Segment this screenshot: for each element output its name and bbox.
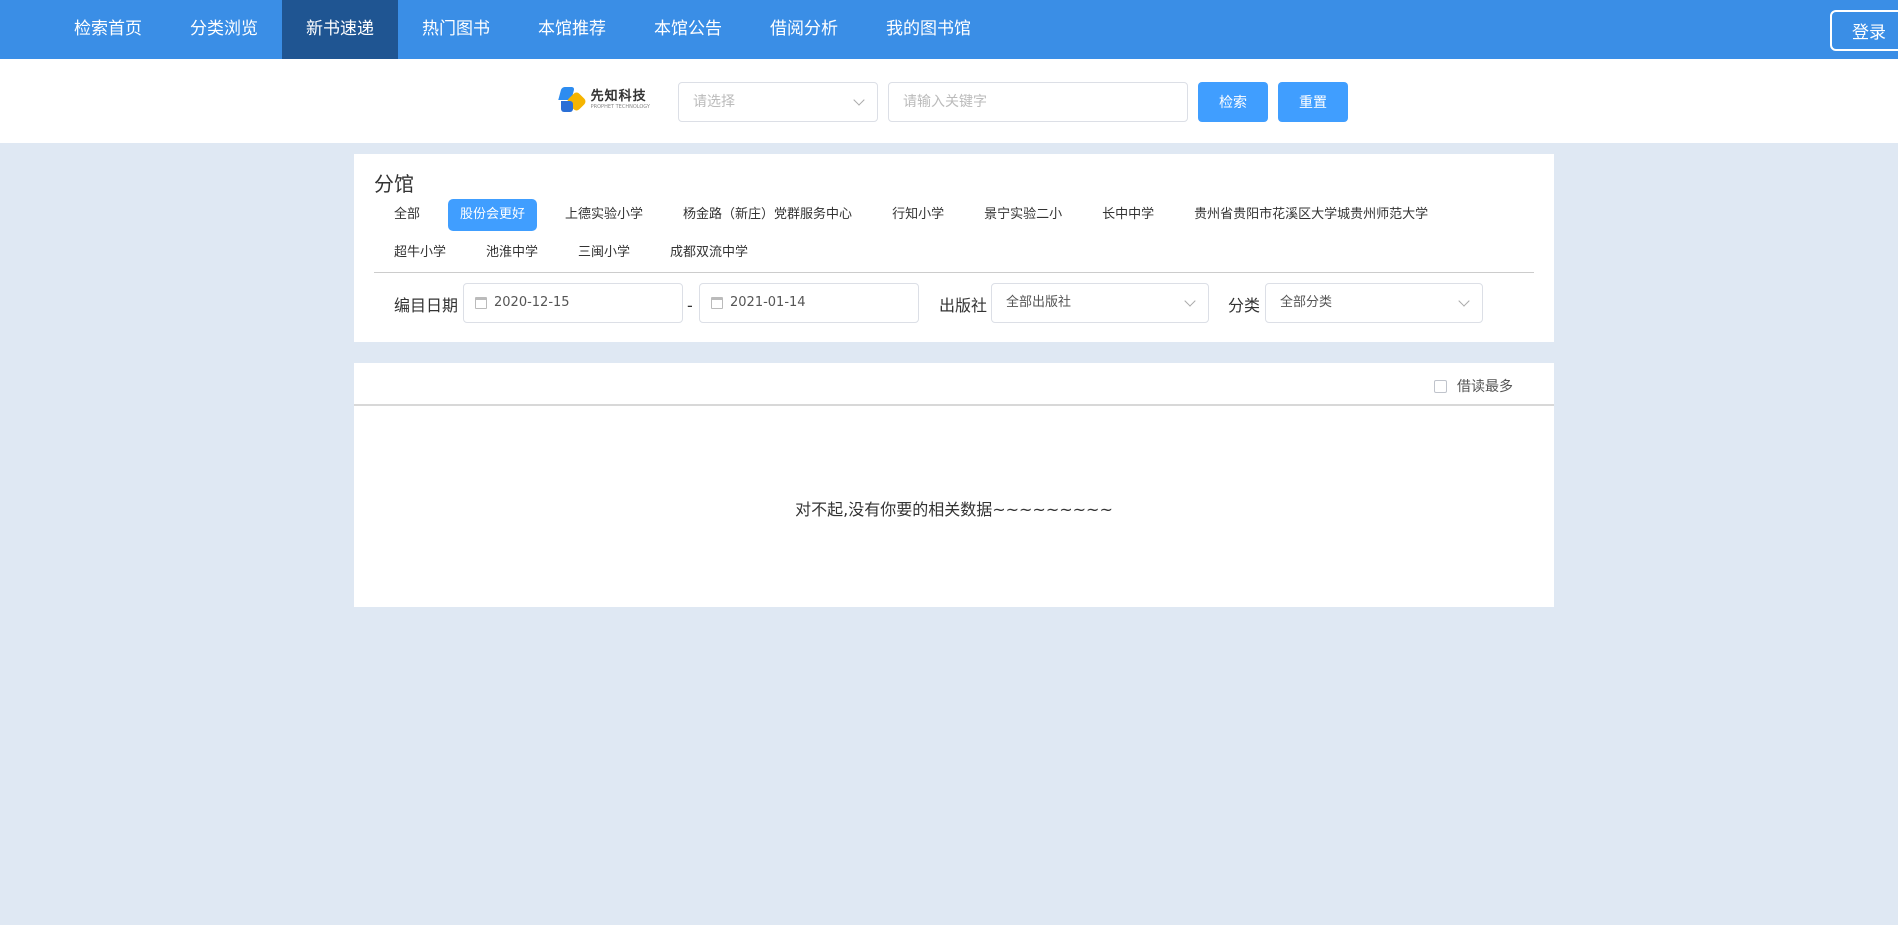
most-borrowed-label: 借读最多 bbox=[1457, 379, 1513, 395]
keyword-input[interactable] bbox=[888, 82, 1188, 122]
most-borrowed-checkbox[interactable] bbox=[1434, 379, 1447, 393]
branch-item[interactable]: 长中中学 bbox=[1090, 199, 1166, 231]
nav-item-borrow-analysis[interactable]: 借阅分析 bbox=[746, 0, 862, 59]
branch-item[interactable]: 池淮中学 bbox=[474, 237, 550, 269]
branch-item[interactable]: 杨金路（新庄）党群服务中心 bbox=[671, 199, 864, 231]
login-button[interactable]: 登录 bbox=[1830, 10, 1898, 51]
nav-menu: 检索首页 分类浏览 新书速递 热门图书 本馆推荐 本馆公告 借阅分析 我的图书馆 bbox=[50, 0, 995, 59]
date-start-input[interactable]: 2020-12-15 bbox=[463, 283, 683, 323]
branch-item[interactable]: 景宁实验二小 bbox=[972, 199, 1074, 231]
chevron-down-icon bbox=[1458, 295, 1470, 307]
branch-item[interactable]: 成都双流中学 bbox=[658, 237, 760, 269]
publisher-select[interactable]: 全部出版社 bbox=[991, 283, 1209, 323]
category-label: 分类 bbox=[1228, 296, 1261, 315]
results-toolbar: 借读最多 bbox=[354, 363, 1554, 406]
publisher-value: 全部出版社 bbox=[1006, 295, 1072, 310]
select-placeholder: 请选择 bbox=[693, 94, 735, 110]
nav-item-search-home[interactable]: 检索首页 bbox=[50, 0, 166, 59]
date-start-value: 2020-12-15 bbox=[494, 295, 570, 310]
nav-item-my-library[interactable]: 我的图书馆 bbox=[862, 0, 995, 59]
empty-state-message: 对不起,没有你要的相关数据~~~~~~~~~ bbox=[795, 500, 1113, 519]
branch-item[interactable]: 上德实验小学 bbox=[553, 199, 655, 231]
branch-item[interactable]: 三闽小学 bbox=[566, 237, 642, 269]
publisher-label: 出版社 bbox=[939, 296, 988, 315]
nav-item-announcement[interactable]: 本馆公告 bbox=[630, 0, 746, 59]
logo-mark-icon bbox=[558, 87, 588, 113]
branch-item-active[interactable]: 股份会更好 bbox=[448, 199, 538, 231]
category-value: 全部分类 bbox=[1280, 295, 1333, 310]
logo: 先知科技 PROPHET TECHNOLOGY bbox=[558, 85, 650, 115]
calendar-icon bbox=[475, 297, 487, 309]
catalog-date-label: 编目日期 bbox=[394, 296, 459, 315]
most-borrowed-toggle[interactable]: 借读最多 bbox=[1434, 376, 1513, 396]
chevron-down-icon bbox=[1184, 295, 1196, 307]
logo-subtext: PROPHET TECHNOLOGY bbox=[590, 104, 650, 110]
branch-item[interactable]: 贵州省贵阳市花溪区大学城贵州师范大学 bbox=[1182, 199, 1440, 231]
branch-item[interactable]: 行知小学 bbox=[880, 199, 956, 231]
search-field-select[interactable]: 请选择 bbox=[678, 82, 878, 122]
calendar-icon bbox=[711, 297, 723, 309]
nav-item-hot-books[interactable]: 热门图书 bbox=[398, 0, 514, 59]
branch-item[interactable]: 全部 bbox=[382, 199, 432, 231]
branch-list-row-2: 超牛小学 池淮中学 三闽小学 成都双流中学 bbox=[382, 237, 776, 269]
date-end-value: 2021-01-14 bbox=[730, 295, 806, 310]
logo-text: 先知科技 bbox=[590, 89, 647, 104]
branch-item[interactable]: 超牛小学 bbox=[382, 237, 458, 269]
date-separator: - bbox=[687, 296, 693, 315]
branch-section-title: 分馆 bbox=[374, 172, 414, 196]
reset-button[interactable]: 重置 bbox=[1278, 82, 1348, 122]
nav-item-recommend[interactable]: 本馆推荐 bbox=[514, 0, 630, 59]
nav-item-category-browse[interactable]: 分类浏览 bbox=[166, 0, 282, 59]
filter-panel: 分馆 全部 股份会更好 上德实验小学 杨金路（新庄）党群服务中心 行知小学 景宁… bbox=[354, 154, 1554, 342]
category-select[interactable]: 全部分类 bbox=[1265, 283, 1483, 323]
nav-item-new-books[interactable]: 新书速递 bbox=[282, 0, 398, 59]
divider bbox=[374, 272, 1534, 273]
date-end-input[interactable]: 2021-01-14 bbox=[699, 283, 919, 323]
top-navigation: 检索首页 分类浏览 新书速递 热门图书 本馆推荐 本馆公告 借阅分析 我的图书馆… bbox=[0, 0, 1898, 59]
branch-list-row-1: 全部 股份会更好 上德实验小学 杨金路（新庄）党群服务中心 行知小学 景宁实验二… bbox=[382, 199, 1456, 231]
search-button[interactable]: 检索 bbox=[1198, 82, 1268, 122]
chevron-down-icon bbox=[853, 94, 865, 106]
results-panel: 借读最多 对不起,没有你要的相关数据~~~~~~~~~ bbox=[354, 363, 1554, 607]
